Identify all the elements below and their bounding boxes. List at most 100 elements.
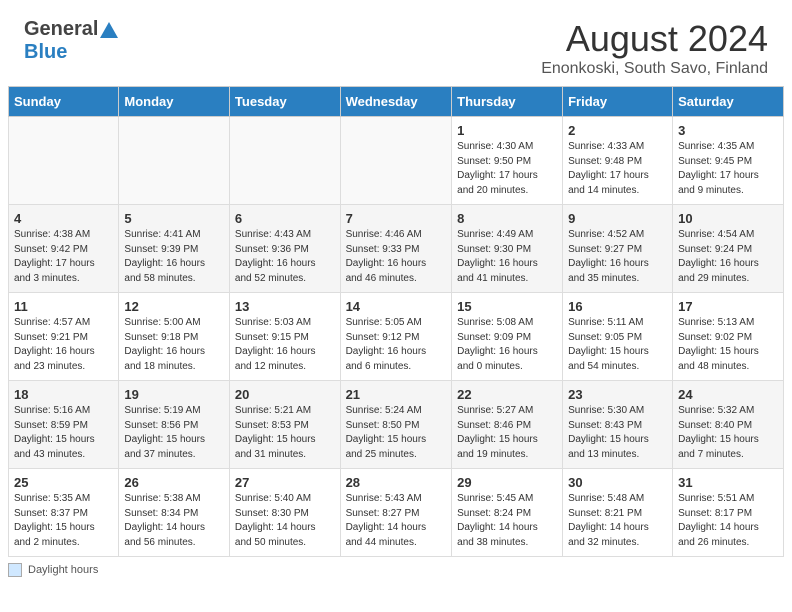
day-info: Sunrise: 5:27 AM Sunset: 8:46 PM Dayligh… bbox=[457, 404, 557, 462]
day-info: Sunrise: 5:08 AM Sunset: 9:09 PM Dayligh… bbox=[457, 316, 557, 374]
day-info: Sunrise: 4:43 AM Sunset: 9:36 PM Dayligh… bbox=[235, 228, 335, 286]
daylight-box-icon bbox=[8, 563, 22, 577]
calendar-cell: 27 Sunrise: 5:40 AM Sunset: 8:30 PM Dayli… bbox=[229, 469, 340, 557]
day-number: 15 bbox=[457, 299, 557, 314]
day-info: Sunrise: 4:54 AM Sunset: 9:24 PM Dayligh… bbox=[678, 228, 778, 286]
day-number: 9 bbox=[568, 211, 667, 226]
day-info: Sunrise: 5:45 AM Sunset: 8:24 PM Dayligh… bbox=[457, 492, 557, 550]
day-info: Sunrise: 5:43 AM Sunset: 8:27 PM Dayligh… bbox=[346, 492, 447, 550]
calendar-cell: 23Sunrise: 5:30 AM Sunset: 8:43 PM Dayli… bbox=[563, 381, 673, 469]
day-number: 24 bbox=[678, 387, 778, 402]
day-number: 29 bbox=[457, 475, 557, 490]
day-number: 20 bbox=[235, 387, 335, 402]
day-number: 21 bbox=[346, 387, 447, 402]
calendar-week-row: 11Sunrise: 4:57 AM Sunset: 9:21 PM Dayli… bbox=[9, 293, 784, 381]
day-number: 16 bbox=[568, 299, 667, 314]
header-day: Sunday bbox=[9, 87, 119, 117]
day-number: 25 bbox=[14, 475, 113, 490]
day-info: Sunrise: 5:24 AM Sunset: 8:50 PM Dayligh… bbox=[346, 404, 447, 462]
day-info: Sunrise: 5:03 AM Sunset: 9:15 PM Dayligh… bbox=[235, 316, 335, 374]
day-info: Sunrise: 5:05 AM Sunset: 9:12 PM Dayligh… bbox=[346, 316, 447, 374]
day-info: Sunrise: 5:40 AM Sunset: 8:30 PM Dayligh… bbox=[235, 492, 335, 550]
footer: Daylight hours bbox=[0, 557, 792, 581]
calendar-cell: 5 Sunrise: 4:41 AM Sunset: 9:39 PM Daylig… bbox=[119, 205, 230, 293]
logo-blue: Blue bbox=[24, 41, 67, 64]
day-number: 30 bbox=[568, 475, 667, 490]
calendar-cell: 31 Sunrise: 5:51 AM Sunset: 8:17 PM Dayli… bbox=[673, 469, 784, 557]
day-number: 6 bbox=[235, 211, 335, 226]
calendar-week-row: 25 Sunrise: 5:35 AM Sunset: 8:37 PM Dayli… bbox=[9, 469, 784, 557]
day-number: 4 bbox=[14, 211, 113, 226]
calendar-cell: 25 Sunrise: 5:35 AM Sunset: 8:37 PM Dayli… bbox=[9, 469, 119, 557]
day-info: Sunrise: 5:11 AM Sunset: 9:05 PM Dayligh… bbox=[568, 316, 667, 374]
calendar-cell: 12Sunrise: 5:00 AM Sunset: 9:18 PM Dayli… bbox=[119, 293, 230, 381]
day-number: 13 bbox=[235, 299, 335, 314]
calendar-header: SundayMondayTuesdayWednesdayThursdayFrid… bbox=[9, 87, 784, 117]
day-info: Sunrise: 4:49 AM Sunset: 9:30 PM Dayligh… bbox=[457, 228, 557, 286]
day-info: Sunrise: 5:19 AM Sunset: 8:56 PM Dayligh… bbox=[124, 404, 224, 462]
calendar-week-row: 1Sunrise: 4:30 AM Sunset: 9:50 PM Daylig… bbox=[9, 117, 784, 205]
subtitle: Enonkoski, South Savo, Finland bbox=[541, 60, 768, 78]
calendar-cell: 3Sunrise: 4:35 AM Sunset: 9:45 PM Daylig… bbox=[673, 117, 784, 205]
header-day: Monday bbox=[119, 87, 230, 117]
day-info: Sunrise: 4:33 AM Sunset: 9:48 PM Dayligh… bbox=[568, 140, 667, 198]
calendar-cell: 20Sunrise: 5:21 AM Sunset: 8:53 PM Dayli… bbox=[229, 381, 340, 469]
calendar-cell: 19 Sunrise: 5:19 AM Sunset: 8:56 PM Dayli… bbox=[119, 381, 230, 469]
calendar-cell: 26Sunrise: 5:38 AM Sunset: 8:34 PM Dayli… bbox=[119, 469, 230, 557]
day-number: 10 bbox=[678, 211, 778, 226]
calendar-cell: 29 Sunrise: 5:45 AM Sunset: 8:24 PM Dayli… bbox=[452, 469, 563, 557]
calendar-cell: 18Sunrise: 5:16 AM Sunset: 8:59 PM Dayli… bbox=[9, 381, 119, 469]
logo-triangle-icon bbox=[100, 22, 118, 38]
day-number: 31 bbox=[678, 475, 778, 490]
calendar-cell: 13 Sunrise: 5:03 AM Sunset: 9:15 PM Dayli… bbox=[229, 293, 340, 381]
day-info: Sunrise: 4:41 AM Sunset: 9:39 PM Dayligh… bbox=[124, 228, 224, 286]
calendar-cell: 10 Sunrise: 4:54 AM Sunset: 9:24 PM Dayli… bbox=[673, 205, 784, 293]
calendar-cell: 24 Sunrise: 5:32 AM Sunset: 8:40 PM Dayli… bbox=[673, 381, 784, 469]
calendar-table: SundayMondayTuesdayWednesdayThursdayFrid… bbox=[8, 86, 784, 557]
day-info: Sunrise: 5:51 AM Sunset: 8:17 PM Dayligh… bbox=[678, 492, 778, 550]
day-number: 27 bbox=[235, 475, 335, 490]
day-number: 19 bbox=[124, 387, 224, 402]
day-info: Sunrise: 5:32 AM Sunset: 8:40 PM Dayligh… bbox=[678, 404, 778, 462]
daylight-label: Daylight hours bbox=[28, 564, 98, 576]
day-info: Sunrise: 5:35 AM Sunset: 8:37 PM Dayligh… bbox=[14, 492, 113, 550]
calendar-cell: 22Sunrise: 5:27 AM Sunset: 8:46 PM Dayli… bbox=[452, 381, 563, 469]
calendar-cell: 30Sunrise: 5:48 AM Sunset: 8:21 PM Dayli… bbox=[563, 469, 673, 557]
day-info: Sunrise: 4:52 AM Sunset: 9:27 PM Dayligh… bbox=[568, 228, 667, 286]
calendar-cell: 14Sunrise: 5:05 AM Sunset: 9:12 PM Dayli… bbox=[340, 293, 452, 381]
calendar-cell: 11Sunrise: 4:57 AM Sunset: 9:21 PM Dayli… bbox=[9, 293, 119, 381]
calendar-cell: 1Sunrise: 4:30 AM Sunset: 9:50 PM Daylig… bbox=[452, 117, 563, 205]
calendar-week-row: 4Sunrise: 4:38 AM Sunset: 9:42 PM Daylig… bbox=[9, 205, 784, 293]
day-number: 5 bbox=[124, 211, 224, 226]
day-number: 3 bbox=[678, 123, 778, 138]
header-day: Tuesday bbox=[229, 87, 340, 117]
day-number: 23 bbox=[568, 387, 667, 402]
calendar-cell: 21 Sunrise: 5:24 AM Sunset: 8:50 PM Dayli… bbox=[340, 381, 452, 469]
calendar-cell bbox=[9, 117, 119, 205]
calendar-cell: 4Sunrise: 4:38 AM Sunset: 9:42 PM Daylig… bbox=[9, 205, 119, 293]
calendar-cell: 15 Sunrise: 5:08 AM Sunset: 9:09 PM Dayli… bbox=[452, 293, 563, 381]
calendar-cell: 16 Sunrise: 5:11 AM Sunset: 9:05 PM Dayli… bbox=[563, 293, 673, 381]
day-info: Sunrise: 4:46 AM Sunset: 9:33 PM Dayligh… bbox=[346, 228, 447, 286]
day-number: 8 bbox=[457, 211, 557, 226]
calendar-cell bbox=[340, 117, 452, 205]
day-info: Sunrise: 5:13 AM Sunset: 9:02 PM Dayligh… bbox=[678, 316, 778, 374]
calendar-cell: 2Sunrise: 4:33 AM Sunset: 9:48 PM Daylig… bbox=[563, 117, 673, 205]
header-day: Thursday bbox=[452, 87, 563, 117]
day-info: Sunrise: 5:38 AM Sunset: 8:34 PM Dayligh… bbox=[124, 492, 224, 550]
calendar-body: 1Sunrise: 4:30 AM Sunset: 9:50 PM Daylig… bbox=[9, 117, 784, 557]
calendar-cell: 17Sunrise: 5:13 AM Sunset: 9:02 PM Dayli… bbox=[673, 293, 784, 381]
calendar-cell bbox=[119, 117, 230, 205]
day-number: 7 bbox=[346, 211, 447, 226]
calendar-cell: 8 Sunrise: 4:49 AM Sunset: 9:30 PM Daylig… bbox=[452, 205, 563, 293]
header-day: Wednesday bbox=[340, 87, 452, 117]
day-number: 18 bbox=[14, 387, 113, 402]
logo-general: General bbox=[24, 18, 98, 41]
day-info: Sunrise: 5:00 AM Sunset: 9:18 PM Dayligh… bbox=[124, 316, 224, 374]
day-info: Sunrise: 4:30 AM Sunset: 9:50 PM Dayligh… bbox=[457, 140, 557, 198]
header-day: Friday bbox=[563, 87, 673, 117]
day-number: 28 bbox=[346, 475, 447, 490]
logo: General Blue bbox=[24, 18, 118, 64]
header-row: SundayMondayTuesdayWednesdayThursdayFrid… bbox=[9, 87, 784, 117]
main-title: August 2024 bbox=[541, 18, 768, 60]
